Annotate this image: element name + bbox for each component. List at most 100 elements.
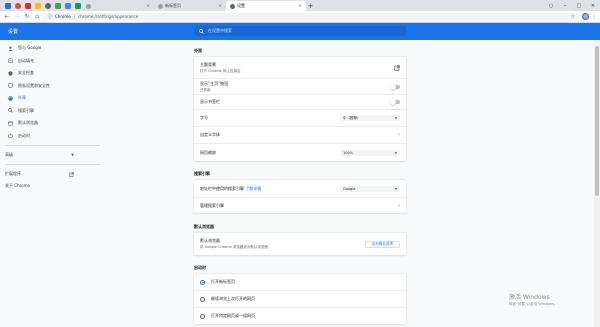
radio-unselected[interactable] [200,296,205,302]
section-title-search-engine: 搜索引擎 [194,171,210,176]
font-size-value: 中（推荐） [343,115,361,120]
sidebar-item-label: 外观 [18,95,26,101]
startup-option-label: 继续浏览上次打开的网页 [211,296,255,301]
search-engine-value: Google [343,186,356,191]
maximize-icon[interactable]: □ [572,0,586,11]
pinned-tab-mail[interactable] [33,1,42,10]
shield-icon [8,71,13,76]
minimize-icon[interactable]: – [558,0,572,11]
close-icon[interactable]: × [146,4,150,9]
startup-option-label: 打开特定网页或一组网页 [211,313,255,318]
back-icon[interactable]: ← [3,13,11,21]
sidebar-item-default-browser[interactable]: 默认浏览器 [0,117,110,130]
pinned-tab-globe[interactable] [43,1,52,10]
tab-title: 新标签页 [165,3,181,8]
sidebar-divider [5,164,100,165]
search-engine-select[interactable]: Google ▼ [340,185,400,192]
sidebar-item-label: 启动时 [18,132,30,138]
clipboard-icon [8,58,13,64]
pinned-tab-shield[interactable] [53,1,62,10]
learn-more-link[interactable]: 了解详情 [245,186,261,191]
default-browser-row: 默认浏览器 将 Google Chrome 浏览器设为默认浏览器 设为默认选项 [194,233,406,255]
address-bar-engine-row: 地址栏中使用的搜索引擎 了解详情 Google ▼ [194,180,406,197]
extensions-label: 扩展程序 [5,171,21,176]
browser-icon [8,121,13,126]
pinned-tab-docs[interactable] [3,1,12,10]
chevron-right-icon: › [398,202,400,209]
make-default-button[interactable]: 设为默认选项 [365,240,400,248]
theme-row[interactable]: 主题背景 打开 Chrome 网上应用店 [194,57,406,78]
home-button-toggle[interactable] [390,83,400,90]
sidebar-advanced-toggle[interactable]: 高级 ▼ [0,149,110,161]
page-zoom-row: 网页缩放 100% ▼ [194,143,406,161]
sidebar-item-appearance[interactable]: 外观 [0,92,110,105]
settings-search-input[interactable]: 在设置中搜索 [194,26,406,36]
startup-option[interactable]: 继续浏览上次打开的网页 [194,290,406,307]
window-close-icon[interactable]: ✕ [586,0,600,11]
pinned-tab-green[interactable] [73,1,82,10]
sidebar-item-search-engine[interactable]: 搜索引擎 [0,105,110,118]
pinned-tab-red-app[interactable] [13,1,22,10]
default-browser-label: 默认浏览器 [200,238,220,243]
startup-option[interactable]: 打开特定网页或一组网页 [194,307,406,324]
tab-blank[interactable]: × [82,1,154,11]
about-label: 关于 Chrome [5,183,30,188]
shield-app-icon [54,2,61,9]
radio-selected[interactable] [200,279,205,285]
shield-lock-icon [8,83,13,89]
settings-sidebar: 您与 Google 自动填充 安全检查 隐私设置和安全性 外观 搜索引擎 默认浏… [0,40,110,327]
bookmarks-bar-label: 显示书签栏 [200,99,220,104]
font-size-row: 字号 中（推荐） ▼ [194,109,406,126]
page-zoom-value: 100% [343,150,354,155]
close-icon[interactable]: × [218,4,222,9]
on-startup-card: 打开新标签页 继续浏览上次打开的网页 打开特定网页或一组网页 [194,274,406,324]
scrollbar-thumb[interactable] [595,46,599,196]
pinned-tab-music[interactable] [23,1,32,10]
translate-icon [64,2,71,9]
manage-search-engines-row[interactable]: 管理搜索引擎 › [194,197,406,213]
bookmarks-bar-toggle[interactable] [390,99,400,105]
green-app-icon [74,2,81,9]
reload-icon[interactable]: ↻ [23,13,31,21]
home-icon[interactable]: ⌂ [33,13,41,21]
startup-option[interactable]: 打开新标签页 [194,274,406,290]
custom-fonts-row[interactable]: 自定义字体 › [194,126,406,143]
profile-avatar[interactable] [582,13,589,20]
sidebar-item-extensions[interactable]: 扩展程序 [0,168,110,180]
tab-settings[interactable]: 设置 × [226,1,306,11]
bookmarks-bar-row[interactable]: 显示书签栏 [194,94,406,109]
home-button-row[interactable]: 显示“主页”按钮 已停用 [194,78,406,94]
windows-activation-watermark: 激活 Windows 转到“设置”以激活 Windows。 [509,292,557,307]
red-app-icon [14,2,21,9]
tab-new-tab[interactable]: 新标签页 × [154,1,226,11]
open-external-icon[interactable] [394,64,400,71]
tab-search-icon[interactable]: ○ [544,0,558,11]
sidebar-item-you-and-google[interactable]: 您与 Google [0,42,110,55]
page-zoom-label: 网页缩放 [200,149,216,155]
font-size-select[interactable]: 中（推荐） ▼ [340,115,400,121]
tab-strip: × 新标签页 × 设置 × + ○ – □ ✕ [0,0,600,11]
menu-icon[interactable]: ⋮ [591,13,597,20]
sidebar-item-privacy[interactable]: 隐私设置和安全性 [0,80,110,93]
address-bar-engine-text: 地址栏中使用的搜索引擎 [200,185,244,191]
font-size-label: 字号 [200,115,208,120]
tab-title: 设置 [237,3,245,8]
new-tab-button[interactable]: + [306,1,315,11]
sidebar-item-autofill[interactable]: 自动填充 [0,55,110,68]
page-zoom-select[interactable]: 100% ▼ [340,149,400,156]
url-separator: | [73,14,76,19]
address-bar[interactable]: ⓘ Chrome | chrome://settings/appearance … [43,12,580,21]
sidebar-item-about[interactable]: 关于 Chrome [0,180,110,192]
page-scrollbar[interactable] [594,40,600,327]
chrome-info-icon[interactable]: ⓘ [48,14,52,20]
palette-icon [8,96,13,101]
pinned-tab-translate[interactable] [63,1,72,10]
radio-unselected[interactable] [200,313,205,319]
sidebar-item-on-startup[interactable]: 启动时 [0,130,110,143]
sidebar-item-safety-check[interactable]: 安全检查 [0,67,110,80]
forward-icon[interactable]: → [13,13,21,21]
bookmark-star-icon[interactable]: ☆ [571,14,575,20]
chevron-right-icon: › [398,132,400,138]
chevron-down-icon: ▼ [394,150,397,155]
close-icon[interactable]: × [298,4,302,9]
